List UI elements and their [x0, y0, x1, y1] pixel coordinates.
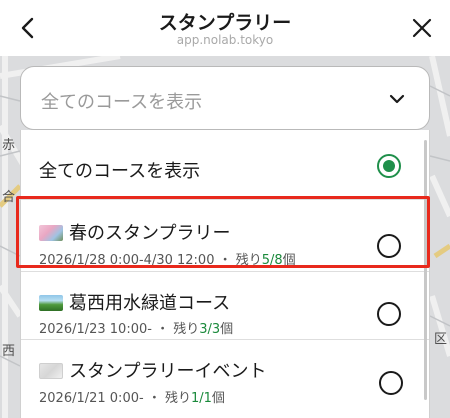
chevron-down-icon	[389, 94, 405, 104]
option-label: 葛西用水緑道コース	[39, 289, 230, 315]
option-name: スタンプラリーイベント	[69, 361, 267, 382]
option-period: 2026/1/21 0:00-	[39, 391, 144, 406]
stamp-count: 1/1	[190, 391, 212, 406]
option-meta: 2026/1/21 0:00- ・ 残り1/1個	[39, 387, 225, 406]
course-option-event[interactable]: スタンプラリーイベント 2026/1/21 0:00- ・ 残り1/1個	[21, 340, 429, 418]
close-icon	[412, 18, 432, 38]
option-meta: 2026/1/23 10:00- ・ 残り3/3個	[39, 318, 233, 337]
greenway-thumbnail	[39, 295, 63, 311]
option-label: スタンプラリーイベント	[39, 357, 266, 383]
option-name: 春のスタンプラリー	[69, 223, 231, 244]
cherry-blossom-thumbnail	[39, 225, 63, 241]
stamp-count: 3/3	[199, 322, 221, 337]
option-period: 2026/1/23 10:00-	[39, 322, 152, 337]
stamp-unit: 個	[211, 391, 225, 406]
radio-unselected[interactable]	[379, 371, 403, 395]
course-select-value: 全てのコースを表示	[41, 92, 203, 113]
course-dropdown-list: 全てのコースを表示 春のスタンプラリー 2026/1/28 0:00-4/30 …	[20, 130, 430, 418]
radio-unselected[interactable]	[377, 302, 401, 326]
header: スタンプラリー app.nolab.tokyo	[0, 0, 450, 56]
course-option-spring[interactable]: 春のスタンプラリー 2026/1/28 0:00-4/30 12:00 ・ 残り…	[21, 200, 429, 272]
close-button[interactable]	[406, 12, 438, 44]
course-option-all[interactable]: 全てのコースを表示	[21, 130, 429, 200]
scrollbar[interactable]	[424, 140, 427, 400]
option-name: 葛西用水緑道コース	[69, 293, 231, 314]
course-option-kasai[interactable]: 葛西用水緑道コース 2026/1/23 10:00- ・ 残り3/3個	[21, 272, 429, 340]
page-title: スタンプラリー	[158, 12, 292, 34]
option-sep: ・ 残り	[214, 253, 262, 268]
option-meta: 2026/1/28 0:00-4/30 12:00 ・ 残り5/8個	[39, 249, 296, 268]
radio-unselected[interactable]	[377, 234, 401, 258]
page-url: app.nolab.tokyo	[176, 33, 274, 47]
option-sep: ・ 残り	[151, 322, 200, 337]
option-period: 2026/1/28 0:00-4/30 12:00	[39, 253, 215, 268]
radio-selected[interactable]	[377, 154, 401, 178]
event-map-thumbnail	[39, 363, 63, 379]
option-label: 全てのコースを表示	[39, 161, 201, 182]
stamp-unit: 個	[220, 322, 234, 337]
option-label: 春のスタンプラリー	[39, 219, 230, 245]
stamp-count: 5/8	[261, 253, 283, 268]
course-select[interactable]: 全てのコースを表示	[20, 66, 430, 130]
option-sep: ・ 残り	[143, 391, 191, 406]
stamp-unit: 個	[282, 253, 296, 268]
